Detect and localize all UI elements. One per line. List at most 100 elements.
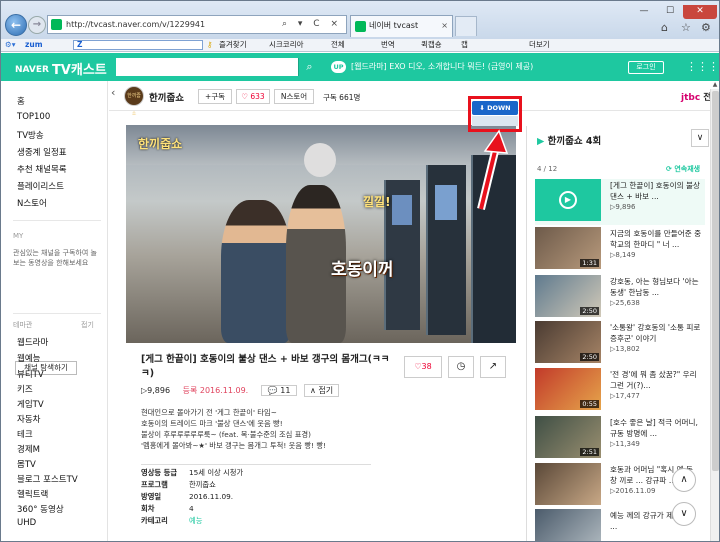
site-favicon-icon	[51, 19, 62, 30]
playlist-item[interactable]: 2:51 [호수 좋은 날] 적극 어머니, 규동 방명에 ... ▷11,34…	[535, 416, 705, 462]
sidebar-theme-item[interactable]: 360° 동영상	[17, 503, 64, 515]
channel-logo[interactable]: 한끼줍쇼	[124, 86, 144, 117]
share-icon[interactable]: ↗	[480, 356, 506, 378]
playlist-item[interactable]: 1:31 지금의 호동이를 만들어준 중학교의 한마디 " 너 ... ▷8,1…	[535, 227, 705, 273]
playlist-thumb: 1:31	[535, 227, 601, 269]
watch-later-icon[interactable]: ◷	[448, 356, 474, 378]
info-key: 방영일	[141, 492, 162, 501]
sidebar-theme-item[interactable]: 웹예능	[17, 352, 40, 364]
browser-tab-active[interactable]: 네이버 tvcast ×	[350, 15, 453, 37]
settings-gear-icon[interactable]: ⚙	[701, 21, 711, 34]
toolbar-item-seekorea[interactable]: 시크코리아	[269, 39, 304, 51]
zum-z-icon: Z	[77, 40, 83, 49]
video-player[interactable]: 한끼줍쇼 낄낄! 호동이꺼	[126, 125, 516, 343]
info-value: 4	[189, 504, 194, 513]
my-section-label: MY	[13, 232, 24, 240]
maximize-button[interactable]: ☐	[657, 5, 683, 19]
fold-button[interactable]: ∧ 접기	[304, 384, 340, 397]
playlist-item[interactable]: 2:50 강호동, 아는 형님보다 '아는 동생' 한남동 ... ▷25,63…	[535, 275, 705, 321]
toolbar-gear-icon[interactable]: ⚙▾	[5, 39, 16, 51]
home-icon[interactable]: ⌂	[661, 21, 668, 34]
playlist-item[interactable]: 0:55 '전 경'에 뭐 좀 샀꿈?" 우리 그런 거(?)... ▷17,4…	[535, 368, 705, 414]
toolbar-item-quickcap[interactable]: 퀵캡숑	[421, 39, 442, 51]
scroll-down-button[interactable]: ∨	[672, 502, 696, 526]
sidebar-theme-item[interactable]: 몸TV	[17, 458, 36, 470]
duration-badge: 1:31	[580, 259, 599, 267]
sidebar-theme-item[interactable]: 블로그 포스트TV	[17, 473, 78, 485]
window-scrollbar[interactable]	[710, 89, 719, 541]
playlist-item[interactable]: ▶ [게그 한끝이] 호동이의 불상 댄스 + 바보 ... ▷9,896	[535, 179, 705, 225]
video-like-button[interactable]: ♡38	[404, 356, 442, 378]
favorites-star-icon[interactable]: ☆	[681, 21, 691, 34]
address-controls[interactable]: ⌕ ▾ C ×	[282, 16, 342, 33]
comment-button[interactable]: 💬 11	[260, 385, 298, 396]
info-divider	[141, 464, 371, 465]
nstore-button[interactable]: N스토어	[274, 89, 314, 104]
new-tab-button[interactable]	[455, 16, 477, 36]
sidebar-theme-item[interactable]: 헬릭트랙	[17, 488, 48, 500]
toolbar-item-translate[interactable]: 번역	[381, 39, 395, 51]
close-window-button[interactable]: ✕	[683, 5, 717, 19]
apps-grid-icon[interactable]: ⋮⋮⋮	[686, 61, 719, 72]
sidebar-theme-item[interactable]: 자동차	[17, 413, 40, 425]
info-key: 회차	[141, 504, 155, 513]
address-bar[interactable]: http://tvcast.naver.com/v/1229941 ⌕ ▾ C …	[47, 15, 347, 34]
forward-icon[interactable]: →	[28, 16, 46, 34]
channel-like-button[interactable]: ♡ 633	[236, 89, 270, 104]
toolbar-item-more[interactable]: 더보기	[529, 39, 550, 51]
toolbar-item-cap[interactable]: 캡	[461, 39, 468, 51]
desc-line: '멤홍에게 몰아봐~★' 바보 갱구는 몸개그 투척! 웃음 빵! 빵!	[141, 441, 326, 450]
site-logo[interactable]: NAVER TV캐스트	[15, 59, 107, 78]
sidebar-item-playlist[interactable]: 플레이리스트	[17, 180, 64, 192]
category-link[interactable]: 예능	[189, 516, 202, 526]
scrollbar-thumb[interactable]	[712, 91, 719, 471]
sidebar-item-nstore[interactable]: N스토어	[17, 197, 47, 209]
subscribe-button[interactable]: +구독	[198, 89, 232, 104]
playlist-collapse-button[interactable]: ∨	[691, 129, 709, 147]
login-button[interactable]: 로그인	[628, 61, 664, 74]
sidebar-theme-item[interactable]: UHD	[17, 518, 36, 528]
playlist-item-views: ▷17,477	[610, 392, 640, 400]
sidebar-item-live-schedule[interactable]: 생중계 일정표	[17, 146, 67, 158]
sidebar-item-recommended[interactable]: 추천 채널목록	[17, 163, 67, 175]
autoplay-toggle[interactable]: ⟳ 연속재생	[666, 164, 700, 174]
zum-search-input[interactable]: Z	[73, 40, 203, 50]
sidebar-theme-item[interactable]: 웹드라마	[17, 336, 48, 348]
sidebar-theme-item[interactable]: 키즈	[17, 383, 33, 395]
scroll-up-button[interactable]: ∧	[672, 468, 696, 492]
search-icon[interactable]: ⌕	[298, 58, 320, 76]
sidebar-item-top100[interactable]: TOP100	[17, 112, 50, 122]
info-value: 한끼줍쇼	[189, 480, 216, 489]
playlist-play-icon: ▶	[537, 136, 548, 147]
tab-close-icon[interactable]: ×	[441, 16, 448, 36]
back-icon[interactable]: ←	[5, 14, 27, 36]
toolbar-item-favorites[interactable]: 즐겨찾기	[219, 39, 247, 51]
playlist-thumb	[535, 463, 601, 505]
sidebar-theme-item[interactable]: 뷰티TV	[17, 368, 44, 380]
info-row-airdate: 방영일 2016.11.09.	[141, 492, 233, 502]
toolbar-item-all[interactable]: 전체	[331, 39, 345, 51]
subscriber-count: 구독 661명	[323, 93, 361, 102]
playlist-thumb: ▶	[535, 179, 601, 221]
playlist-item-title: '전 경'에 뭐 좀 샀꿈?" 우리 그런 거(?)...	[610, 370, 697, 390]
sidebar-item-tv[interactable]: TV방송	[17, 129, 44, 141]
playlist-item-title: '소통왕' 강호동의 '소통 피로증후군' 이야기	[610, 323, 701, 343]
sidebar-theme-item[interactable]: 경제M	[17, 443, 40, 455]
theme-fold-button[interactable]: 접기	[81, 320, 94, 330]
sidebar-item-home[interactable]: 홈	[17, 95, 25, 107]
theme-section-label: 테마관	[13, 321, 33, 329]
playlist-item-title: [게그 한끝이] 호동이의 불상 댄스 + 바보 ...	[610, 181, 701, 201]
channel-name[interactable]: 한끼줍쇼	[149, 90, 184, 104]
minimize-button[interactable]: —	[631, 5, 657, 19]
sidebar-theme-item[interactable]: 게임TV	[17, 398, 44, 410]
machine-screen	[392, 195, 412, 225]
browser-window: ← → http://tvcast.naver.com/v/1229941 ⌕ …	[0, 0, 720, 542]
machine-screen	[435, 185, 457, 220]
playlist-item[interactable]: 2:50 '소통왕' 강호동의 '소통 피로증후군' 이야기 ▷13,802	[535, 321, 705, 367]
info-value: 2016.11.09.	[189, 492, 234, 501]
sidebar-theme-item[interactable]: 테크	[17, 428, 33, 440]
up-notice-link[interactable]: [웹드라마] EXO 디오, 소개합니다 뭐든! (금영이 제공)	[351, 61, 533, 72]
search-input[interactable]	[116, 58, 298, 76]
autoplay-label: 연속재생	[674, 165, 701, 173]
now-playing-icon: ▶	[559, 191, 577, 209]
